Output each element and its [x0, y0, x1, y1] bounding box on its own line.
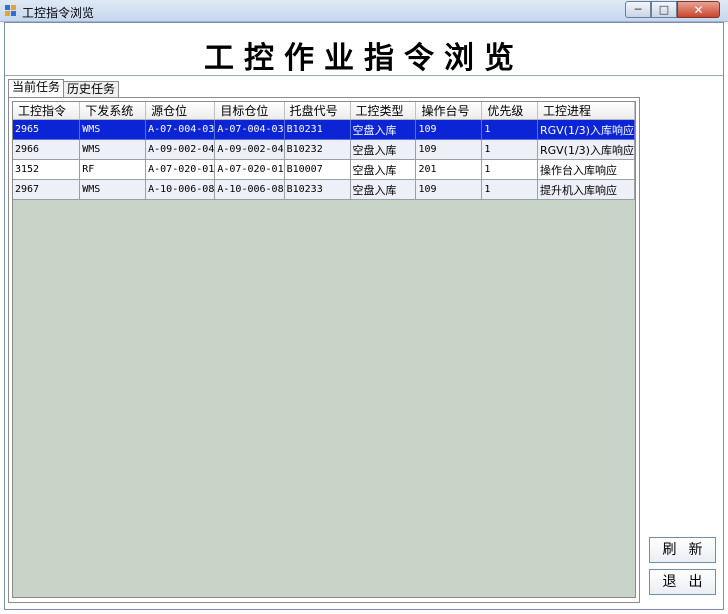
cell-target-location[interactable]: A-09-002-04	[214, 139, 285, 160]
cell-command[interactable]: 3152	[13, 159, 81, 180]
tab-panel-current: 工控指令 下发系统 源仓位 目标仓位 托盘代号 工控类型 操作台号 优先级 工控…	[8, 97, 640, 603]
cell-priority[interactable]: 1	[481, 119, 538, 140]
column-header-progress[interactable]: 工控进程	[537, 102, 635, 120]
column-header-source-location[interactable]: 源仓位	[145, 102, 216, 120]
cell-type[interactable]: 空盘入库	[350, 119, 417, 140]
minimize-button[interactable]: ─	[625, 1, 651, 18]
cell-type[interactable]: 空盘入库	[350, 139, 417, 160]
window-controls: ─ □ ✕	[625, 1, 720, 18]
cell-command[interactable]: 2966	[13, 139, 81, 160]
column-header-system[interactable]: 下发系统	[79, 102, 147, 120]
tab-strip: 当前任务 历史任务	[8, 79, 120, 97]
table-row[interactable]: 2966 WMS A-09-002-04 A-09-002-04 B10232 …	[13, 139, 635, 160]
cell-target-location[interactable]: A-07-020-01	[214, 159, 285, 180]
cell-station[interactable]: 201	[415, 159, 483, 180]
cell-source-location[interactable]: A-09-002-04	[145, 139, 216, 160]
cell-target-location[interactable]: A-07-004-03	[214, 119, 285, 140]
task-grid[interactable]: 工控指令 下发系统 源仓位 目标仓位 托盘代号 工控类型 操作台号 优先级 工控…	[12, 101, 636, 598]
cell-command[interactable]: 2967	[13, 179, 81, 200]
maximize-icon: □	[658, 3, 670, 16]
cell-priority[interactable]: 1	[481, 139, 538, 160]
column-header-priority[interactable]: 优先级	[481, 102, 538, 120]
divider	[5, 75, 723, 76]
page-title: 工控作业指令浏览	[204, 41, 524, 76]
window-title: 工控指令浏览	[22, 6, 95, 20]
table-row[interactable]: 2967 WMS A-10-006-08 A-10-006-08 B10233 …	[13, 179, 635, 200]
cell-system[interactable]: RF	[79, 159, 147, 180]
cell-priority[interactable]: 1	[481, 179, 538, 200]
close-icon: ✕	[693, 2, 704, 17]
close-button[interactable]: ✕	[677, 1, 720, 18]
cell-source-location[interactable]: A-07-020-01	[145, 159, 216, 180]
table-row[interactable]: 3152 RF A-07-020-01 A-07-020-01 B10007 空…	[13, 159, 635, 180]
column-header-pallet[interactable]: 托盘代号	[284, 102, 351, 120]
main-window: 工控作业指令浏览 当前任务 历史任务 工控指令 下发系统 源仓位 目标仓位 托盘…	[4, 22, 724, 610]
tab-history-tasks[interactable]: 历史任务	[63, 81, 120, 97]
cell-pallet[interactable]: B10007	[284, 159, 351, 180]
cell-system[interactable]: WMS	[79, 139, 147, 160]
cell-pallet[interactable]: B10231	[284, 119, 351, 140]
refresh-button[interactable]: 刷新	[649, 537, 716, 563]
cell-priority[interactable]: 1	[481, 159, 538, 180]
cell-source-location[interactable]: A-07-004-03	[145, 119, 216, 140]
column-header-type[interactable]: 工控类型	[350, 102, 417, 120]
cell-pallet[interactable]: B10232	[284, 139, 351, 160]
column-header-command[interactable]: 工控指令	[13, 102, 81, 120]
cell-station[interactable]: 109	[415, 119, 483, 140]
title-bar: 工控指令浏览 ─ □ ✕	[0, 0, 728, 22]
cell-system[interactable]: WMS	[79, 179, 147, 200]
header-row: 工控指令 下发系统 源仓位 目标仓位 托盘代号 工控类型 操作台号 优先级 工控…	[13, 102, 635, 120]
cell-type[interactable]: 空盘入库	[350, 179, 417, 200]
cell-command[interactable]: 2965	[13, 119, 81, 140]
cell-progress[interactable]: 操作台入库响应	[537, 159, 635, 180]
minimize-icon: ─	[634, 3, 642, 16]
exit-button[interactable]: 退出	[649, 569, 716, 595]
cell-type[interactable]: 空盘入库	[350, 159, 417, 180]
column-header-station[interactable]: 操作台号	[415, 102, 483, 120]
cell-source-location[interactable]: A-10-006-08	[145, 179, 216, 200]
task-table: 工控指令 下发系统 源仓位 目标仓位 托盘代号 工控类型 操作台号 优先级 工控…	[13, 102, 635, 200]
cell-system[interactable]: WMS	[79, 119, 147, 140]
tab-current-tasks[interactable]: 当前任务	[8, 79, 65, 97]
cell-station[interactable]: 109	[415, 139, 483, 160]
cell-progress[interactable]: RGV(1/3)入库响应	[537, 139, 635, 160]
column-header-target-location[interactable]: 目标仓位	[214, 102, 285, 120]
cell-station[interactable]: 109	[415, 179, 483, 200]
cell-pallet[interactable]: B10233	[284, 179, 351, 200]
cell-progress[interactable]: RGV(1/3)入库响应	[537, 119, 635, 140]
table-row[interactable]: 2965 WMS A-07-004-03 A-07-004-03 B10231 …	[13, 119, 635, 140]
cell-target-location[interactable]: A-10-006-08	[214, 179, 285, 200]
cell-progress[interactable]: 提升机入库响应	[537, 179, 635, 200]
maximize-button[interactable]: □	[651, 1, 677, 18]
app-grid-icon	[5, 5, 17, 17]
